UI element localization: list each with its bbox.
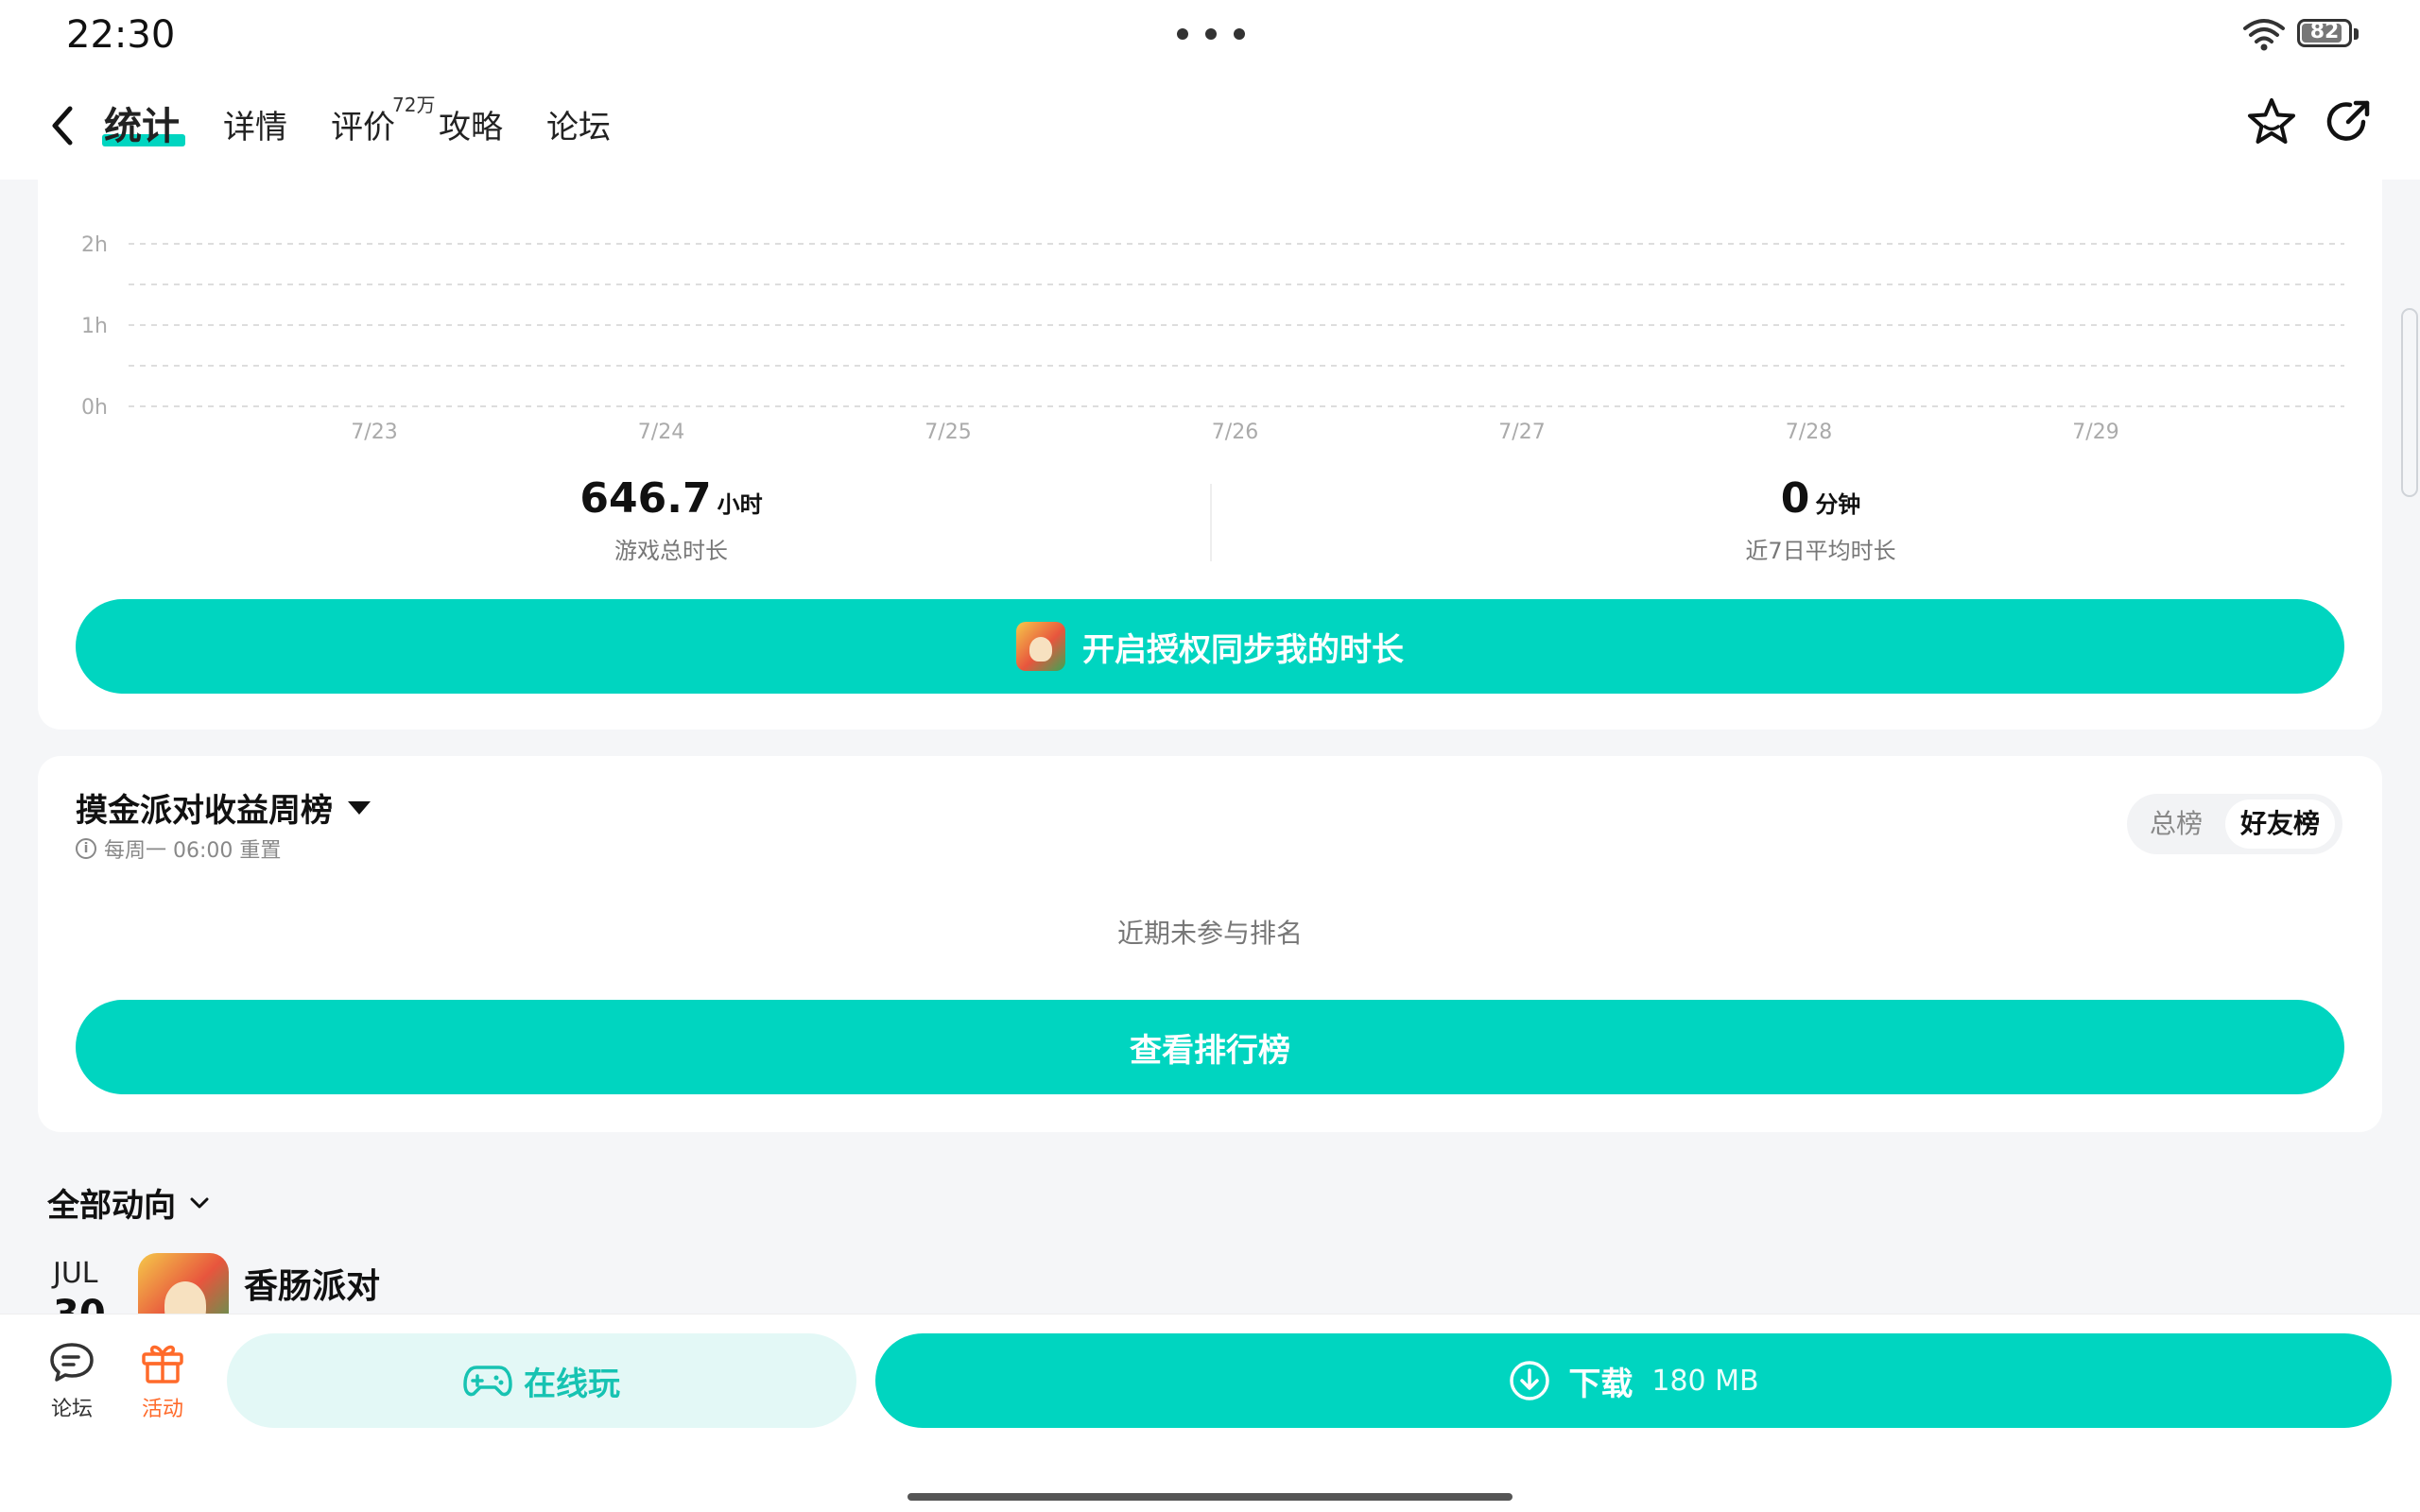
total-playtime-stat: 646.7 小时 游戏总时长 xyxy=(321,474,1021,565)
chart-x-tick-label: 7/27 xyxy=(1498,421,1545,444)
chart-x-tick-label: 7/28 xyxy=(1786,421,1832,444)
download-size: 180 MB xyxy=(1651,1364,1759,1398)
feed-filter-dropdown[interactable]: 全部动向 xyxy=(47,1179,210,1226)
chart-x-tick-label: 7/24 xyxy=(638,421,684,444)
chart-x-tick-label: 7/25 xyxy=(925,421,971,444)
total-playtime-value: 646.7 xyxy=(579,474,712,523)
total-playtime-label: 游戏总时长 xyxy=(614,538,728,564)
battery-level: 82 xyxy=(2309,20,2340,43)
home-indicator[interactable] xyxy=(908,1493,1512,1501)
download-icon xyxy=(1510,1361,1550,1400)
stat-divider xyxy=(1210,484,1212,561)
playtime-card: 2h 1h 0h 7/23 7/24 7/25 7/26 7/27 7/28 7/29 646.7… xyxy=(38,180,2382,730)
ranking-segmented-control: 总榜 好友榜 xyxy=(2127,794,2342,854)
download-button[interactable]: 下载 180 MB xyxy=(875,1333,2392,1428)
chart-x-tick-label: 7/29 xyxy=(2072,421,2118,444)
header-nav: 统计 详情 评价 72万 攻略 论坛 xyxy=(0,71,2420,180)
ranking-subtitle: 每周一 06:00 重置 xyxy=(104,839,282,863)
ranking-card: 摸金派对收益周榜 i 每周一 06:00 重置 总榜 好友榜 近期未参与排名 查… xyxy=(38,756,2382,1132)
ranking-title: 摸金派对收益周榜 xyxy=(76,792,333,830)
reviews-count-badge: 72万 xyxy=(392,94,436,116)
scrollbar[interactable] xyxy=(2401,308,2418,497)
sync-playtime-label: 开启授权同步我的时长 xyxy=(1082,630,1404,669)
info-icon: i xyxy=(76,838,96,859)
bottom-forum-button[interactable]: 论坛 xyxy=(43,1341,100,1422)
tab-details[interactable]: 详情 xyxy=(223,101,287,147)
back-icon[interactable] xyxy=(45,99,79,152)
play-online-button[interactable]: 在线玩 xyxy=(227,1333,856,1428)
ranking-title-dropdown[interactable]: 摸金派对收益周榜 xyxy=(76,784,371,831)
bottom-forum-label: 论坛 xyxy=(50,1398,93,1421)
gamepad-icon xyxy=(463,1366,512,1397)
share-icon[interactable] xyxy=(2322,95,2375,148)
chart-x-tick-label: 7/26 xyxy=(1212,421,1258,444)
playtime-chart: 2h 1h 0h 7/23 7/24 7/25 7/26 7/27 7/28 7/29 xyxy=(81,233,2344,444)
forum-icon xyxy=(50,1343,94,1382)
feed-item-name[interactable]: 香肠派对 xyxy=(244,1259,380,1308)
total-playtime-unit: 小时 xyxy=(717,491,763,518)
tab-total-ranking[interactable]: 总榜 xyxy=(2135,799,2218,849)
bottom-action-bar: 论坛 活动 在线玩 下载 180 MB xyxy=(0,1314,2420,1512)
feed-item-month: JUL xyxy=(53,1257,98,1290)
chart-y-tick-label: 1h xyxy=(81,315,108,338)
tab-friend-ranking[interactable]: 好友榜 xyxy=(2225,799,2335,849)
view-ranking-button[interactable]: 查看排行榜 xyxy=(76,1000,2344,1094)
ranking-empty-text: 近期未参与排名 xyxy=(1116,918,1303,949)
status-bar: 22:30 82 xyxy=(0,0,2420,71)
status-time: 22:30 xyxy=(66,13,176,57)
play-online-label: 在线玩 xyxy=(524,1365,620,1403)
average-playtime-stat: 0 分钟 近7日平均时长 xyxy=(1471,474,2170,565)
chart-y-tick-label: 0h xyxy=(81,396,108,420)
more-dots-icon[interactable] xyxy=(1177,28,1245,40)
tab-guides[interactable]: 攻略 xyxy=(439,101,503,147)
sync-playtime-button[interactable]: 开启授权同步我的时长 xyxy=(76,599,2344,694)
chart-y-tick-label: 2h xyxy=(81,233,108,257)
battery-icon: 82 xyxy=(2297,19,2352,47)
chevron-down-icon xyxy=(190,1197,209,1208)
wifi-icon xyxy=(2243,19,2285,51)
average-playtime-value: 0 xyxy=(1780,474,1810,523)
gift-icon xyxy=(142,1345,183,1383)
bottom-event-label: 活动 xyxy=(141,1398,183,1421)
tab-stats[interactable]: 统计 xyxy=(104,95,180,150)
download-label: 下载 xyxy=(1568,1365,1634,1403)
average-playtime-unit: 分钟 xyxy=(1815,491,1861,518)
tab-reviews[interactable]: 评价 xyxy=(331,101,395,147)
ranking-reset-info: i 每周一 06:00 重置 xyxy=(76,833,281,864)
tab-forum[interactable]: 论坛 xyxy=(546,101,611,147)
feed-filter-label: 全部动向 xyxy=(47,1187,176,1225)
star-icon[interactable] xyxy=(2244,95,2299,150)
caret-down-icon xyxy=(348,800,371,815)
average-playtime-label: 近7日平均时长 xyxy=(1745,538,1896,564)
chart-x-tick-label: 7/23 xyxy=(351,421,397,444)
game-icon xyxy=(1016,622,1065,671)
bottom-event-button[interactable]: 活动 xyxy=(134,1341,191,1422)
